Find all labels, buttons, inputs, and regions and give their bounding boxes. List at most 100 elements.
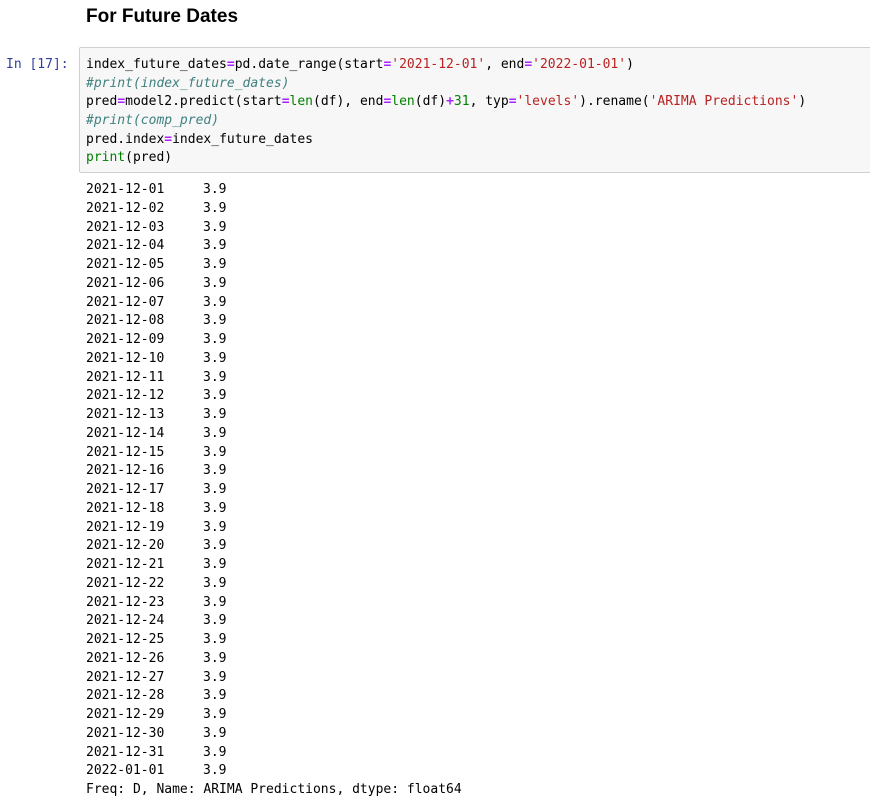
code-line-1[interactable]: index_future_dates=pd.date_range(start='… [86, 56, 806, 75]
output-row-value: 3.9 [203, 425, 227, 441]
output-row-value: 3.9 [203, 519, 227, 535]
output-row-value: 3.9 [203, 632, 227, 647]
code-token: (pred) [125, 150, 173, 166]
output-row: 2021-12-12 3.9 [86, 387, 462, 406]
code-token-operator: + [446, 94, 454, 110]
code-cell-editor[interactable]: index_future_dates=pd.date_range(start='… [79, 47, 870, 173]
code-line-5[interactable]: pred.index=index_future_dates [86, 131, 806, 150]
output-row: 2021-12-28 3.9 [86, 687, 462, 706]
code-token: (df), end [313, 94, 384, 110]
code-token-builtin: print [86, 150, 126, 166]
output-row: 2021-12-27 3.9 [86, 669, 462, 688]
output-row: 2021-12-20 3.9 [86, 537, 462, 556]
code-token-string: 'levels' [516, 94, 580, 110]
output-row: 2021-12-08 3.9 [86, 312, 462, 331]
output-row-date: 2021-12-02 [86, 200, 165, 216]
output-row-value: 3.9 [203, 350, 227, 366]
output-row: 2021-12-09 3.9 [86, 331, 462, 350]
output-row-value: 3.9 [203, 463, 227, 479]
output-row-value: 3.9 [203, 613, 227, 629]
output-row-date: 2021-12-31 [86, 744, 165, 760]
output-row: 2021-12-31 3.9 [86, 744, 462, 763]
code-token-operator: = [226, 57, 235, 72]
code-token: ) [626, 57, 634, 72]
output-row-date: 2021-12-23 [86, 594, 165, 610]
output-row-date: 2021-12-19 [86, 519, 165, 535]
output-row-value: 3.9 [203, 538, 227, 554]
output-row-date: 2022-01-01 [86, 763, 165, 779]
output-row: 2021-12-13 3.9 [86, 406, 462, 425]
code-token: pred.index [86, 131, 165, 147]
output-row-date: 2021-12-04 [86, 238, 165, 254]
output-row-date: 2021-12-09 [86, 332, 165, 347]
output-row: 2021-12-06 3.9 [86, 275, 462, 294]
output-row: 2021-12-22 3.9 [86, 575, 462, 594]
output-row-date: 2021-12-20 [86, 538, 165, 554]
output-row-value: 3.9 [203, 725, 227, 741]
output-row-date: 2021-12-08 [86, 313, 165, 329]
output-row: 2021-12-05 3.9 [86, 256, 462, 275]
output-row-date: 2021-12-29 [86, 707, 165, 722]
code-token-operator: = [524, 57, 533, 72]
output-row: 2021-12-07 3.9 [86, 294, 462, 313]
code-token-operator: = [117, 94, 126, 110]
output-row: 2021-12-19 3.9 [86, 519, 462, 538]
output-row-value: 3.9 [203, 182, 227, 197]
output-row: 2021-12-11 3.9 [86, 369, 462, 388]
output-row: 2021-12-29 3.9 [86, 706, 462, 725]
output-series: 2021-12-01 3.9 2021-12-02 3.9 2021-12-03 3.9 2… [86, 181, 462, 781]
code-line-2-comment[interactable]: #print(index_future_dates) [86, 75, 806, 94]
output-row-value: 3.9 [203, 313, 227, 329]
output-footer: Freq: D, Name: ARIMA Predictions, dtype:… [86, 782, 462, 797]
code-token: ).rename( [579, 94, 650, 110]
output-row: 2021-12-24 3.9 [86, 612, 462, 631]
output-row-value: 3.9 [203, 482, 227, 497]
output-row-date: 2021-12-07 [86, 294, 165, 310]
output-row-value: 3.9 [203, 444, 227, 460]
code-token-operator: = [281, 94, 290, 110]
output-row-value: 3.9 [203, 257, 227, 272]
output-row-date: 2021-12-16 [86, 463, 165, 479]
code-token: model2.predict(start [125, 94, 282, 110]
output-row: 2021-12-03 3.9 [86, 219, 462, 238]
output-row-date: 2021-12-22 [86, 575, 165, 591]
code-token-operator: = [164, 131, 173, 147]
code-token-operator: = [508, 94, 517, 110]
code-token: ) [798, 94, 807, 110]
code-token: pred [86, 94, 118, 110]
output-row-value: 3.9 [203, 369, 227, 385]
output-row-date: 2021-12-15 [86, 444, 165, 460]
output-row: 2021-12-15 3.9 [86, 444, 462, 463]
code-line-3[interactable]: pred=model2.predict(start=len(df), end=l… [86, 93, 806, 112]
output-row-date: 2021-12-14 [86, 425, 165, 441]
markdown-heading: For Future Dates [86, 6, 239, 27]
output-row: 2021-12-14 3.9 [86, 425, 462, 444]
code-line-6[interactable]: print(pred) [86, 149, 806, 168]
output-row: 2021-12-10 3.9 [86, 350, 462, 369]
output-row: 2021-12-26 3.9 [86, 650, 462, 669]
output-row-date: 2021-12-30 [86, 725, 165, 741]
code-token-number: 31 [453, 94, 470, 110]
output-row: 2021-12-21 3.9 [86, 556, 462, 575]
output-row-date: 2021-12-13 [86, 407, 165, 422]
output-row-value: 3.9 [203, 407, 227, 422]
output-row-value: 3.9 [203, 332, 227, 347]
code-token: index_future_dates [86, 57, 227, 72]
code-token: index_future_dates [172, 131, 313, 147]
output-row: 2021-12-01 3.9 [86, 181, 462, 200]
input-prompt: In [17]: [6, 57, 69, 72]
output-row-date: 2021-12-12 [86, 388, 165, 404]
output-row-value: 3.9 [203, 669, 227, 685]
output-row-date: 2021-12-21 [86, 557, 165, 572]
code-lines[interactable]: index_future_dates=pd.date_range(start='… [86, 56, 806, 168]
output-row-value: 3.9 [203, 650, 227, 666]
output-row-date: 2021-12-03 [86, 219, 165, 235]
code-line-4-comment[interactable]: #print(comp_pred) [86, 112, 806, 131]
output-row: 2021-12-30 3.9 [86, 725, 462, 744]
cell-output: 2021-12-01 3.9 2021-12-02 3.9 2021-12-03 3.9 2… [86, 181, 462, 800]
output-row-date: 2021-12-27 [86, 669, 165, 685]
output-row-date: 2021-12-26 [86, 650, 165, 666]
output-row-value: 3.9 [203, 688, 227, 704]
output-row: 2021-12-23 3.9 [86, 594, 462, 613]
output-row: 2021-12-25 3.9 [86, 631, 462, 650]
